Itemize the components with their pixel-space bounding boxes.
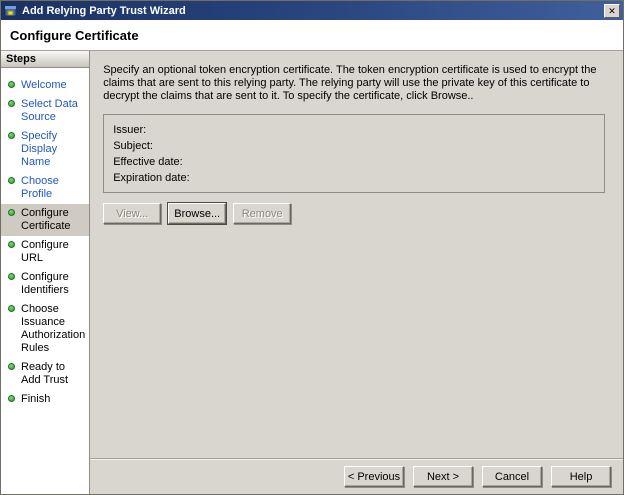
step-select-data-source[interactable]: Select Data Source — [1, 95, 89, 127]
step-bullet-icon — [8, 305, 15, 312]
wizard-window: Add Relying Party Trust Wizard ✕ Configu… — [0, 0, 624, 495]
step-bullet-icon — [8, 177, 15, 184]
content-panel: Specify an optional token encryption cer… — [90, 51, 623, 494]
step-bullet-icon — [8, 395, 15, 402]
issuer-row: Issuer: — [113, 122, 595, 138]
footer-buttons: < Previous Next > Cancel Help — [344, 466, 611, 487]
step-configure-identifiers: Configure Identifiers — [1, 268, 89, 300]
step-bullet-icon — [8, 100, 15, 107]
subject-label: Subject: — [113, 140, 153, 152]
certificate-groupbox: Issuer: Subject: Effective date: Expirat… — [103, 114, 605, 193]
step-bullet-icon — [8, 209, 15, 216]
view-button: View... — [103, 203, 161, 224]
window-title: Add Relying Party Trust Wizard — [22, 5, 604, 17]
next-button[interactable]: Next > — [413, 466, 473, 487]
step-bullet-icon — [8, 363, 15, 370]
step-configure-url: Configure URL — [1, 236, 89, 268]
remove-button: Remove — [233, 203, 291, 224]
step-bullet-icon — [8, 81, 15, 88]
steps-sidebar: Steps Welcome Select Data Source Specify… — [1, 51, 90, 494]
steps-list: Welcome Select Data Source Specify Displ… — [1, 68, 89, 409]
step-finish: Finish — [1, 390, 89, 409]
expiration-date-row: Expiration date: — [113, 170, 595, 186]
browse-button[interactable]: Browse... — [168, 203, 226, 224]
previous-button[interactable]: < Previous — [344, 466, 404, 487]
step-bullet-icon — [8, 241, 15, 248]
cancel-button[interactable]: Cancel — [482, 466, 542, 487]
certificate-buttons: View... Browse... Remove — [103, 203, 608, 224]
step-ready-to-add-trust: Ready to Add Trust — [1, 358, 89, 390]
step-welcome[interactable]: Welcome — [1, 76, 89, 95]
page-header: Configure Certificate — [1, 20, 623, 51]
footer-divider — [90, 458, 623, 460]
expiration-date-label: Expiration date: — [113, 172, 189, 184]
issuer-label: Issuer: — [113, 124, 146, 136]
step-bullet-icon — [8, 273, 15, 280]
step-bullet-icon — [8, 132, 15, 139]
effective-date-row: Effective date: — [113, 154, 595, 170]
help-button[interactable]: Help — [551, 466, 611, 487]
step-choose-issuance-authorization-rules: Choose Issuance Authorization Rules — [1, 300, 89, 358]
close-icon[interactable]: ✕ — [604, 4, 620, 18]
step-choose-profile[interactable]: Choose Profile — [1, 172, 89, 204]
subject-row: Subject: — [113, 138, 595, 154]
effective-date-label: Effective date: — [113, 156, 183, 168]
titlebar[interactable]: Add Relying Party Trust Wizard ✕ — [1, 1, 623, 20]
steps-header: Steps — [1, 51, 89, 68]
page-title: Configure Certificate — [10, 28, 139, 43]
step-specify-display-name[interactable]: Specify Display Name — [1, 127, 89, 172]
description-text: Specify an optional token encryption cer… — [103, 64, 608, 103]
wizard-icon — [4, 4, 18, 18]
step-configure-certificate: Configure Certificate — [1, 204, 89, 236]
wizard-body: Steps Welcome Select Data Source Specify… — [1, 51, 623, 494]
